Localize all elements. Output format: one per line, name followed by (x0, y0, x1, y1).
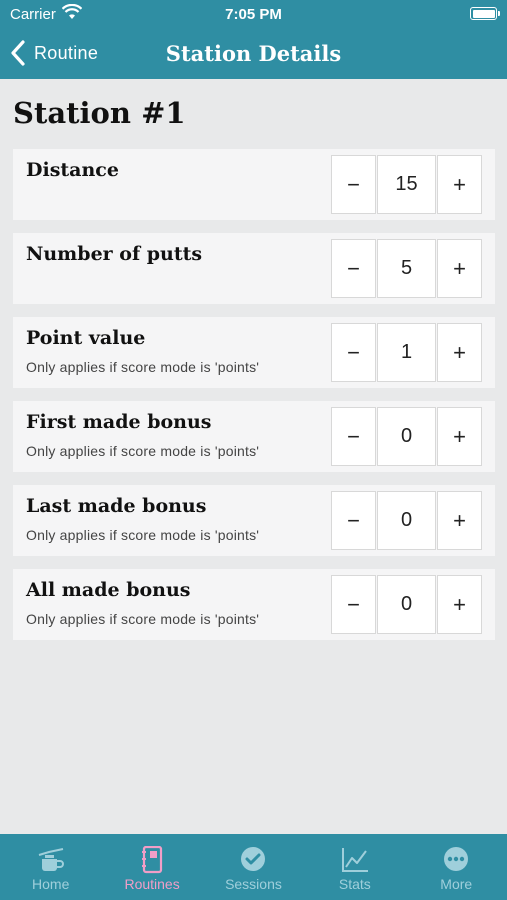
station-setting-row: Last made bonus Only applies if score mod… (13, 485, 495, 556)
home-icon (38, 848, 64, 871)
increment-button[interactable]: + (437, 407, 482, 466)
tab-more[interactable]: More (406, 834, 507, 900)
tab-routines[interactable]: Routines (101, 834, 202, 900)
station-settings-list: Distance −15 + Number of putts −5 + Point valu… (13, 149, 495, 653)
tab-sessions[interactable]: Sessions (203, 834, 304, 900)
tab-label: Routines (124, 876, 180, 892)
value-stepper: −0 + (331, 575, 482, 634)
decrement-button[interactable]: − (331, 407, 376, 466)
status-bar: Carrier 7:05 PM (0, 0, 507, 30)
decrement-button[interactable]: − (331, 323, 376, 382)
station-setting-row: Distance −15 + (13, 149, 495, 220)
decrement-button[interactable]: − (331, 491, 376, 550)
stepper-value: 0 (377, 407, 436, 466)
station-setting-row: All made bonus Only applies if score mode… (13, 569, 495, 640)
decrement-button[interactable]: − (331, 575, 376, 634)
station-setting-row: Point value Only applies if score mode is… (13, 317, 495, 388)
tab-label: Stats (338, 876, 371, 892)
stepper-value: 5 (377, 239, 436, 298)
value-stepper: −1 + (331, 323, 482, 382)
value-stepper: −0 + (331, 491, 482, 550)
page-title: Station #1 (13, 96, 186, 130)
decrement-button[interactable]: − (331, 155, 376, 214)
stepper-value: 15 (377, 155, 436, 214)
setting-subtitle: Only applies if score mode is 'points' (26, 611, 260, 627)
stepper-value: 0 (377, 575, 436, 634)
setting-label: Last made bonus (26, 495, 207, 517)
tab-home[interactable]: Home (0, 834, 101, 900)
value-stepper: −5 + (331, 239, 482, 298)
battery-icon (470, 7, 500, 20)
value-stepper: −15 + (331, 155, 482, 214)
stepper-value: 0 (377, 491, 436, 550)
setting-subtitle: Only applies if score mode is 'points' (26, 443, 260, 459)
status-time: 7:05 PM (225, 6, 282, 23)
increment-button[interactable]: + (437, 155, 482, 214)
value-stepper: −0 + (331, 407, 482, 466)
increment-button[interactable]: + (437, 323, 482, 382)
setting-subtitle: Only applies if score mode is 'points' (26, 359, 260, 375)
routines-icon (142, 846, 163, 874)
stats-icon (341, 848, 368, 872)
setting-subtitle: Only applies if score mode is 'points' (26, 527, 260, 543)
setting-label: Distance (26, 159, 119, 181)
station-setting-row: Number of putts −5 + (13, 233, 495, 304)
sessions-icon (241, 847, 266, 871)
setting-label: All made bonus (26, 579, 191, 601)
tab-bar: Home Routines Sessions Stats More (0, 834, 507, 900)
increment-button[interactable]: + (437, 575, 482, 634)
station-setting-row: First made bonus Only applies if score mo… (13, 401, 495, 472)
tab-label: Sessions (225, 876, 282, 892)
tab-stats[interactable]: Stats (304, 834, 405, 900)
stepper-value: 1 (377, 323, 436, 382)
setting-label: First made bonus (26, 411, 212, 433)
nav-title: Station Details (165, 41, 342, 66)
more-icon (444, 847, 469, 871)
tab-label: Home (32, 876, 70, 892)
setting-label: Number of putts (26, 243, 203, 265)
tab-label: More (440, 876, 473, 892)
increment-button[interactable]: + (437, 491, 482, 550)
increment-button[interactable]: + (437, 239, 482, 298)
setting-label: Point value (26, 327, 146, 349)
navigation-bar: Routine Station Details (0, 30, 507, 79)
decrement-button[interactable]: − (331, 239, 376, 298)
